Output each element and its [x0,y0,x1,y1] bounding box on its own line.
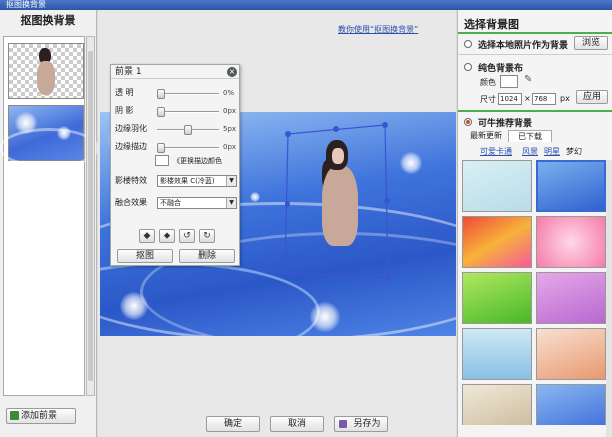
effect-row: 影楼特效 影楼效果 C(冷蓝) ▼ [115,175,239,187]
right-panel: 选择背景图 选择本地照片作为背景 浏览 纯色背景布 颜色 ✎ 尺寸 1024 ×… [457,10,612,437]
category-scenery[interactable]: 风景 [522,146,538,157]
right-panel-title: 选择背景图 [464,18,519,31]
shadow-row: 阴 影 0px [115,106,237,117]
thumbnail-scrollbar[interactable] [86,36,95,396]
blend-row: 融合效果 不融合 ▼ [115,197,239,209]
shadow-slider[interactable] [157,107,219,117]
width-input[interactable]: 1024 [498,93,522,105]
local-photo-radio[interactable] [464,40,472,48]
left-panel: 抠图换背景 添加前景 [0,10,99,437]
category-stars[interactable]: 明星 [544,146,560,157]
window-title: 抠图换背景 [6,0,46,9]
foreground-thumbnail[interactable] [8,43,84,99]
chevron-down-icon: ▼ [226,176,236,186]
stroke-color-swatch[interactable] [155,155,169,166]
section-divider [458,110,612,112]
rotate-left-button[interactable]: ↺ [179,229,195,243]
background-thumbnail[interactable] [0,105,99,168]
bg-thumb[interactable] [462,160,532,212]
effect-select[interactable]: 影楼效果 C(冷蓝) ▼ [157,175,237,187]
background-thumbnail-grid [462,160,608,425]
layer-thumbnail-list [0,36,99,396]
rotate-right-icon: ↻ [203,231,211,241]
add-foreground-button[interactable]: 添加前景 [6,408,76,424]
help-link[interactable]: 教你使用“抠图换背景” [338,24,418,35]
bg-thumb[interactable] [536,216,606,268]
rotate-left-icon: ↺ [183,231,191,241]
slider-handle[interactable] [184,125,192,135]
slider-handle[interactable] [157,143,165,153]
cancel-button[interactable]: 取消 [270,416,324,432]
flip-vertical-button[interactable]: ⬥ [159,229,175,243]
opacity-slider[interactable] [157,89,219,99]
browse-button[interactable]: 浏览 [574,36,608,50]
chevron-down-icon: ▼ [226,198,236,208]
bg-thumb[interactable] [536,384,606,425]
apply-button[interactable]: 应用 [576,90,608,104]
transform-selection-box[interactable] [285,122,391,280]
section-divider [458,54,612,55]
cutout-button[interactable]: 抠图 [117,249,173,263]
panel-header: 前景 1 × [111,65,239,79]
bg-thumb[interactable] [462,328,532,380]
flip-horizontal-button[interactable]: ◆ [139,229,155,243]
stroke-slider[interactable] [157,143,219,153]
eyedropper-icon[interactable]: ✎ [524,74,532,85]
save-as-button[interactable]: 另存为 [334,416,388,432]
rotate-right-button[interactable]: ↻ [199,229,215,243]
bg-thumb[interactable] [536,328,606,380]
flip-horizontal-icon: ◆ [143,231,151,241]
section-divider [458,32,612,34]
tab-downloaded[interactable]: 已下载 [508,130,552,142]
background-grid-scrollbar[interactable] [606,160,612,437]
change-stroke-color-link[interactable]: 《更换描边颜色 [173,155,222,167]
person-cutout-image [35,48,57,96]
feather-row: 边缘羽化 5px [115,124,237,135]
bg-thumb[interactable] [462,216,532,268]
blend-select[interactable]: 不融合 ▼ [157,197,237,209]
bg-color-swatch[interactable] [500,75,518,88]
window-title-bar: 抠图换背景 [0,0,612,10]
foreground-settings-panel: 前景 1 × 透 明 0% 阴 影 0px 边缘羽化 5px 边缘描边 0px … [110,64,240,266]
height-input[interactable]: 768 [532,93,556,105]
solid-bg-radio[interactable] [464,63,472,71]
stroke-row: 边缘描边 0px [115,142,237,153]
close-icon[interactable]: × [227,67,237,77]
category-cartoon[interactable]: 可爱卡通 [480,146,512,157]
slider-handle[interactable] [157,89,165,99]
delete-button[interactable]: 删除 [179,249,235,263]
left-panel-title: 抠图换背景 [20,14,76,27]
tab-latest[interactable]: 最新更新 [466,130,506,142]
bg-thumb[interactable] [462,384,532,425]
bg-thumb[interactable] [536,160,606,212]
stroke-color-row: 《更换描边颜色 [115,155,239,167]
add-image-icon [10,411,19,420]
recommended-bg-radio[interactable] [464,118,472,126]
bg-thumb[interactable] [462,272,532,324]
panel-title: 前景 1 [115,67,142,77]
save-icon [339,420,347,428]
opacity-row: 透 明 0% [115,88,235,99]
slider-handle[interactable] [157,107,165,117]
bg-thumb[interactable] [536,272,606,324]
ok-button[interactable]: 确定 [206,416,260,432]
feather-slider[interactable] [157,125,219,135]
category-dream[interactable]: 梦幻 [566,146,582,157]
flip-vertical-icon: ⬥ [163,231,171,241]
